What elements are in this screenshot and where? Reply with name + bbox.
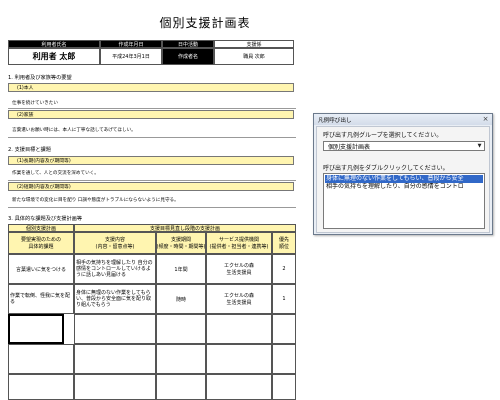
user-name-label: 利用者氏名 xyxy=(8,40,100,48)
chevron-down-icon[interactable]: ▼ xyxy=(476,143,483,149)
row2-provider[interactable]: エクセルの森 生活支援員 xyxy=(206,284,272,314)
dialog-title: 凡例呼び出し xyxy=(318,117,352,124)
empty-cell[interactable] xyxy=(74,374,156,400)
short-term-label: (2)短期(内容及び期間等) xyxy=(8,182,294,191)
dialog-body: 呼び出す凡例グループを選択してください。 個別支援計画表 ▼ 呼び出す凡例をダブ… xyxy=(316,126,490,233)
close-icon[interactable]: × xyxy=(482,116,489,123)
date-label: 作成年月日 xyxy=(100,40,162,48)
empty-cell[interactable] xyxy=(8,344,74,374)
date-value[interactable]: 平成24年3月1日 xyxy=(100,48,162,65)
row2-content[interactable]: 身体に無理のない作業をしてもらい、普段から安全面に気を配り取り組んでもらう xyxy=(74,284,156,314)
list-item[interactable]: 相手の気持ちを理解したり、自分の感情をコントロ xyxy=(325,183,483,191)
empty-cell[interactable] xyxy=(206,344,272,374)
plan-group-header: 個別支援計画 xyxy=(8,224,74,232)
dialog-title-bar[interactable]: 凡例呼び出し × xyxy=(314,114,492,125)
empty-cell[interactable] xyxy=(74,344,156,374)
row1-provider[interactable]: エクセルの森 生活支援員 xyxy=(206,254,272,284)
long-term-label: (1)長期(内容及び期間等) xyxy=(8,156,294,165)
row1-task[interactable]: 言葉遣いに気をつける xyxy=(8,254,74,284)
empty-cell[interactable] xyxy=(8,374,74,400)
author-label: 作成者名 xyxy=(162,48,214,65)
document-title: 個別支援計画表 xyxy=(159,16,251,30)
short-term-text[interactable]: 新たな環境での変化に目を配り 口調や態度がトラブルにならないように見守る。 xyxy=(12,197,179,203)
col-header-period: 支援期間 (頻度・時間・期間等) xyxy=(156,232,206,254)
row1-priority[interactable]: 2 xyxy=(272,254,296,284)
family-request-label: (2)家族 xyxy=(8,110,294,119)
long-term-text[interactable]: 作業を通して、人との交流を深めていく。 xyxy=(12,170,99,176)
empty-cell[interactable] xyxy=(272,314,296,344)
section3-heading: 3. 具体的な課題及び支援計画等 xyxy=(8,216,83,222)
divider xyxy=(8,137,296,138)
empty-cell[interactable] xyxy=(74,314,156,344)
empty-cell[interactable] xyxy=(156,374,206,400)
family-request-text[interactable]: 言葉遣いお願い時には、本人に丁寧な話してあげてほしい。 xyxy=(12,127,136,133)
review-group-header: 支援目標見直し段階の支援計画 xyxy=(74,224,296,232)
empty-cell[interactable] xyxy=(206,374,272,400)
user-name-value[interactable]: 利用者 太郎 xyxy=(8,48,100,65)
self-request-text[interactable]: 仕事を続けていきたい xyxy=(12,100,58,106)
row1-content[interactable]: 相手の気持ちを理解したり 自分の感情をコントロールしていけるように話しあい見届け… xyxy=(74,254,156,284)
section2-heading: 2. 支援目標と課題 xyxy=(8,147,51,153)
col-header-priority: 優先 順位 xyxy=(272,232,296,254)
group-combo-value: 個別支援計画表 xyxy=(328,143,371,151)
divider xyxy=(8,108,296,109)
empty-cell[interactable] xyxy=(206,314,272,344)
col-header-provider: サービス提供機関 (提供者・担当者・連携等) xyxy=(206,232,272,254)
legend-listbox[interactable]: 身体に無理のない作業をしてもらい、普段から安全 相手の気持ちを理解したり、自分の… xyxy=(323,173,485,229)
activity-value[interactable]: 支援係 xyxy=(214,40,294,48)
activity-label: 日中活動 xyxy=(162,40,214,48)
empty-cell[interactable] xyxy=(156,344,206,374)
empty-cell[interactable] xyxy=(272,374,296,400)
selected-cell[interactable] xyxy=(8,314,64,344)
row2-task[interactable]: 作業で転倒、怪我に気を配る xyxy=(8,284,74,314)
author-value[interactable]: 職員 次郎 xyxy=(214,48,294,65)
empty-cell[interactable] xyxy=(156,314,206,344)
divider xyxy=(8,180,296,181)
empty-cell[interactable] xyxy=(272,344,296,374)
row2-priority[interactable]: 1 xyxy=(272,284,296,314)
row2-period[interactable]: 随時 xyxy=(156,284,206,314)
legend-dialog: 凡例呼び出し × 呼び出す凡例グループを選択してください。 個別支援計画表 ▼ … xyxy=(313,113,493,235)
item-prompt: 呼び出す凡例をダブルクリックしてください。 xyxy=(323,165,449,172)
row1-period[interactable]: 1年間 xyxy=(156,254,206,284)
col-header-task: 要望実現のための 具体的課題 xyxy=(8,232,74,254)
group-prompt: 呼び出す凡例グループを選択してください。 xyxy=(323,132,443,139)
col-header-content: 支援内容 (内容・留意点等) xyxy=(74,232,156,254)
self-request-label: (1)本人 xyxy=(8,83,294,92)
divider xyxy=(8,207,296,208)
section1-heading: 1. 利用者及び家族等の要望 xyxy=(8,75,72,81)
list-item[interactable]: 身体に無理のない作業をしてもらい、普段から安全 xyxy=(325,175,483,183)
group-combo[interactable]: 個別支援計画表 ▼ xyxy=(323,141,485,151)
